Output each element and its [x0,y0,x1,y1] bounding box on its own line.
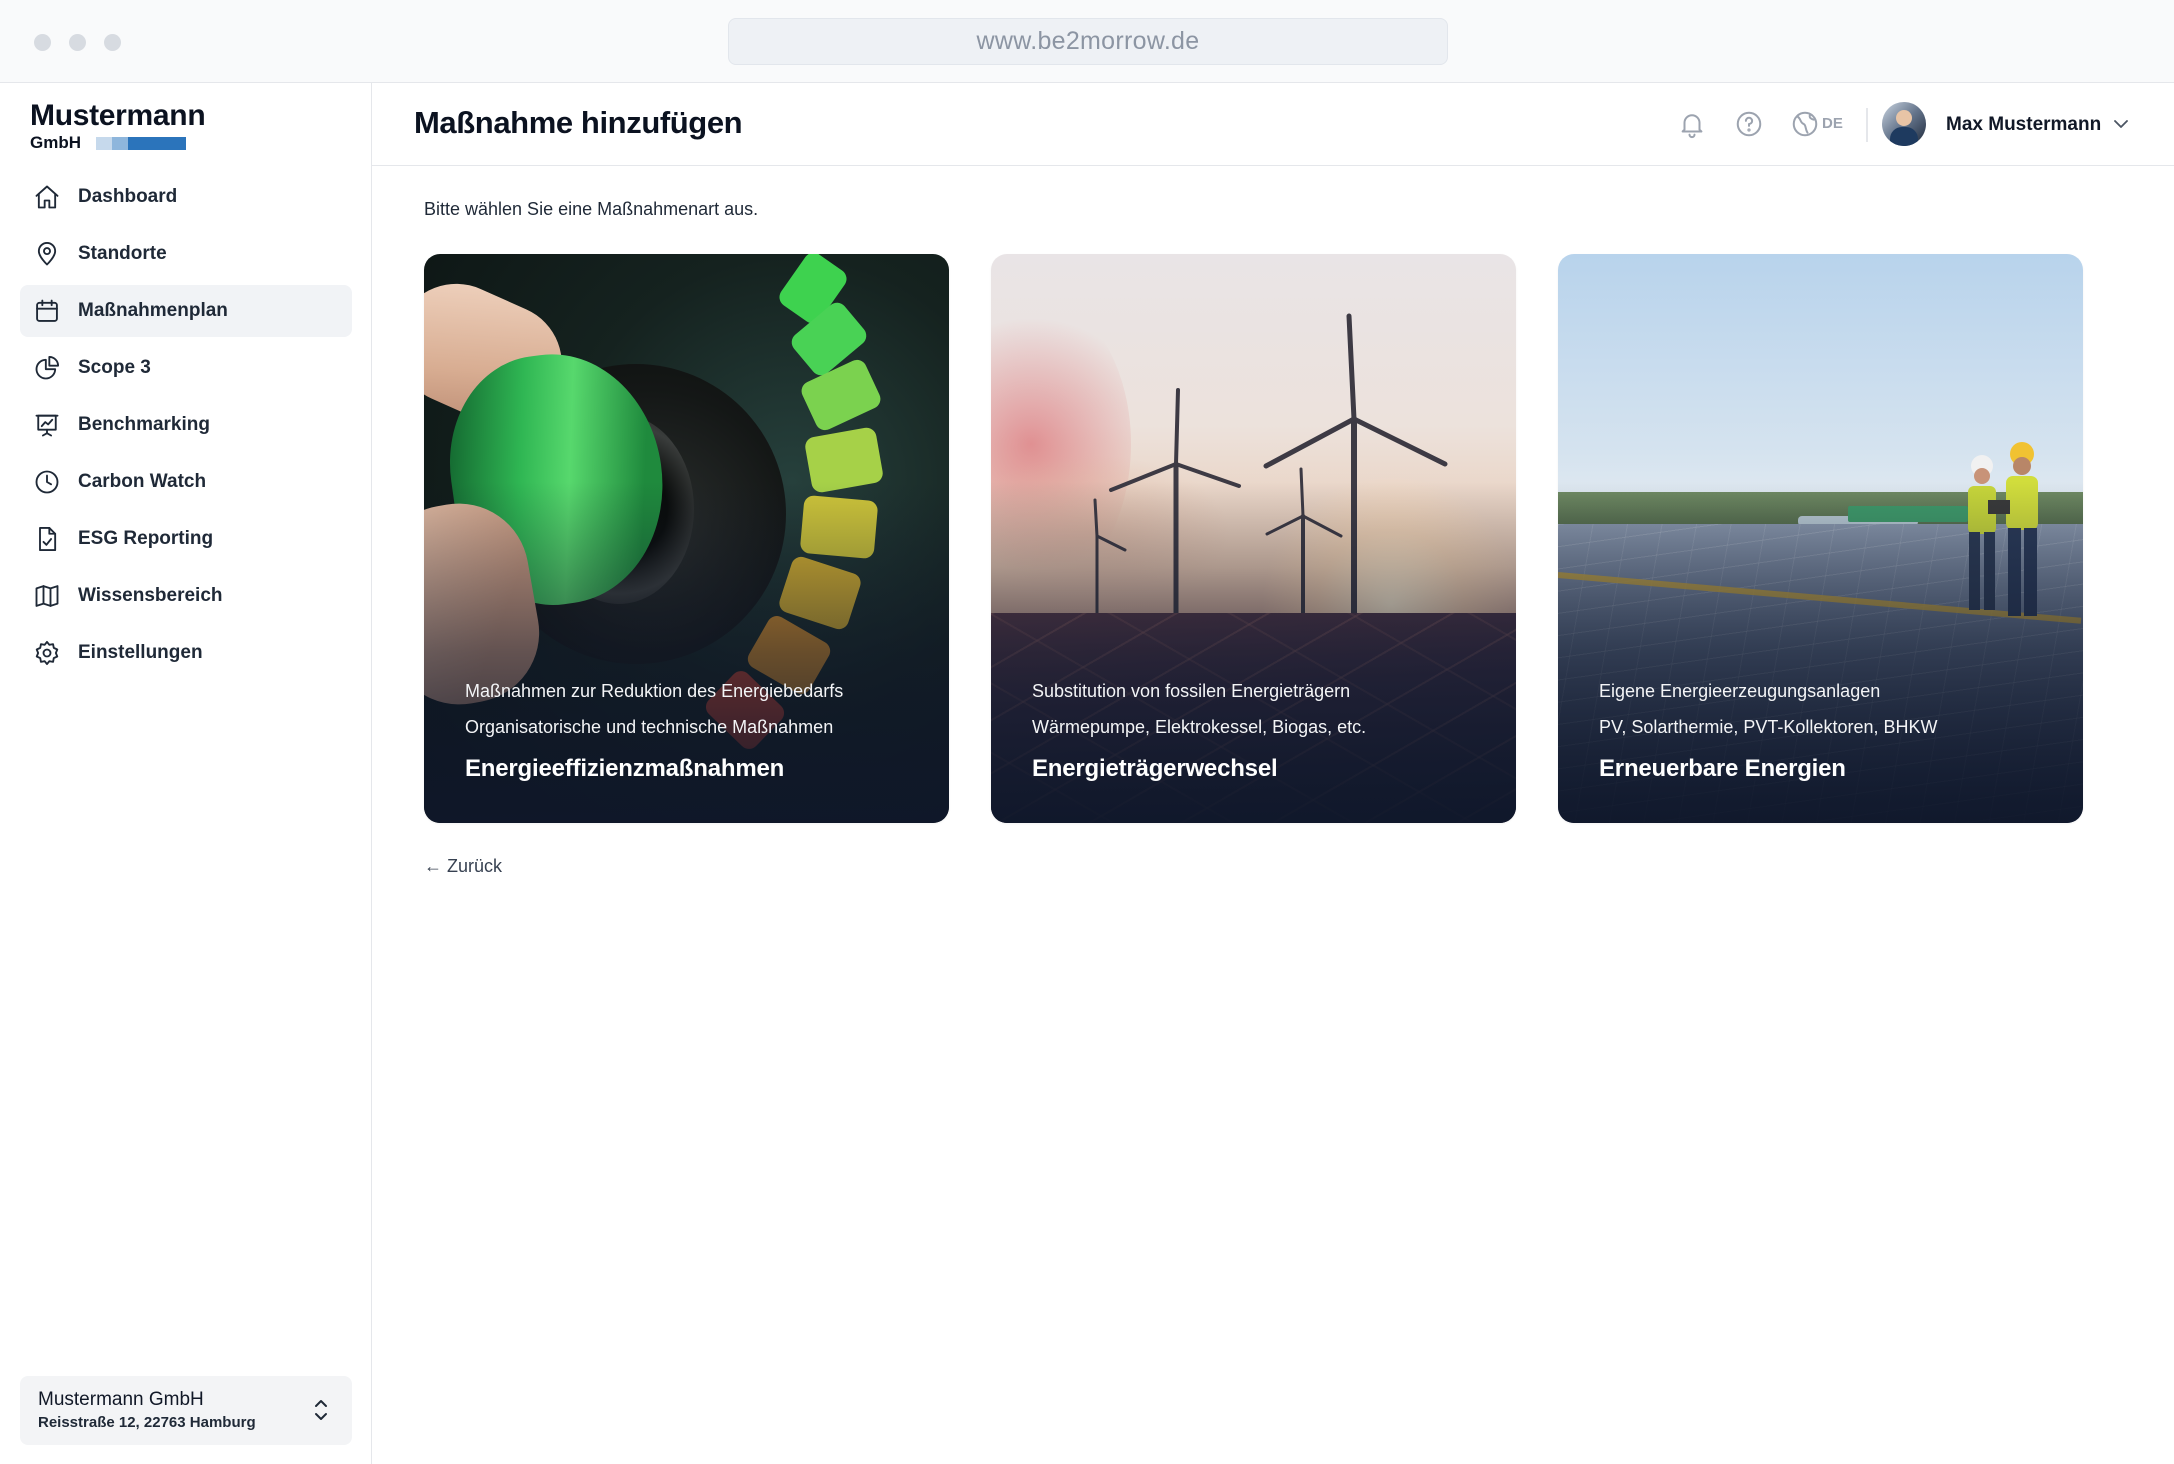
sidebar-item-carbon-watch[interactable]: Carbon Watch [20,456,352,508]
map-pin-icon [32,239,62,269]
sidebar-item-label: Standorte [78,243,167,264]
company-name: Mustermann GmbH [38,1389,204,1410]
instruction-text: Bitte wählen Sie eine Maßnahmenart aus. [424,199,759,219]
header-divider [1866,108,1868,142]
globe-icon[interactable] [1790,109,1820,139]
chevron-up-down-icon [312,1396,330,1424]
gear-icon [32,638,62,668]
logo-gmbh: GmbH [30,133,81,152]
card-title: Energieeffizienzmaßnahmen [465,755,785,782]
presentation-chart-icon [32,410,62,440]
logo-name: Mustermann [30,99,206,132]
sidebar: Mustermann GmbH Dashboard Standorte Maßn… [0,83,372,1464]
help-icon[interactable] [1734,109,1764,139]
pie-chart-icon [32,353,62,383]
window-controls [34,34,121,51]
card-erneuerbare-energien[interactable]: Eigene Energieerzeugungsanlagen PV, Sola… [1558,254,2083,823]
top-header: Maßnahme hinzufügen DE Max Mustermann [372,83,2174,166]
language-selector[interactable]: DE [1822,115,1843,132]
card-subdescription: Organisatorische und technische Maßnahme… [465,717,834,737]
sidebar-item-einstellungen[interactable]: Einstellungen [20,627,352,679]
sidebar-item-label: Maßnahmenplan [78,300,228,321]
sidebar-item-esg-reporting[interactable]: ESG Reporting [20,513,352,565]
company-address: Reisstraße 12, 22763 Hamburg [38,1414,256,1431]
document-check-icon [32,524,62,554]
book-map-icon [32,581,62,611]
card-description: Eigene Energieerzeugungsanlagen [1599,681,1881,701]
company-switcher[interactable]: Mustermann GmbH Reisstraße 12, 22763 Ham… [20,1376,352,1445]
sidebar-item-label: Carbon Watch [78,471,207,492]
user-menu-name[interactable]: Max Mustermann [1946,114,2101,136]
logo-sub: GmbH [30,133,205,153]
sidebar-item-standorte[interactable]: Standorte [20,228,352,280]
home-icon [32,182,62,212]
sidebar-item-label: Einstellungen [78,642,203,663]
chevron-down-icon[interactable] [2110,113,2132,135]
sidebar-item-label: ESG Reporting [78,528,214,549]
sidebar-item-label: Scope 3 [78,357,151,378]
window-minimize-dot[interactable] [69,34,86,51]
company-logo[interactable]: Mustermann GmbH [30,99,206,153]
back-link[interactable]: ← Zurück [424,856,502,877]
measure-type-cards: Maßnahmen zur Reduktion des Energiebedar… [424,254,2083,823]
sidebar-item-scope-3[interactable]: Scope 3 [20,342,352,394]
clock-icon [32,467,62,497]
window-maximize-dot[interactable] [104,34,121,51]
logo-color-bar [96,136,186,150]
card-title: Erneuerbare Energien [1599,755,1846,782]
calendar-icon [32,296,62,326]
sidebar-item-benchmarking[interactable]: Benchmarking [20,399,352,451]
card-energieeffizienz[interactable]: Maßnahmen zur Reduktion des Energiebedar… [424,254,949,823]
card-description: Substitution von fossilen Energieträgern [1032,681,1351,701]
sidebar-item-label: Dashboard [78,186,178,207]
window-close-dot[interactable] [34,34,51,51]
page-title: Maßnahme hinzufügen [414,105,743,140]
sidebar-item-label: Wissensbereich [78,585,223,606]
sidebar-item-dashboard[interactable]: Dashboard [20,171,352,223]
card-title: Energieträgerwechsel [1032,755,1278,782]
card-text: Substitution von fossilen Energieträgern… [1032,673,1486,783]
sidebar-nav: Dashboard Standorte Maßnahmenplan Scope … [20,171,352,684]
sidebar-item-massnahmenplan[interactable]: Maßnahmenplan [20,285,352,337]
card-subdescription: Wärmepumpe, Elektrokessel, Biogas, etc. [1032,717,1367,737]
card-description: Maßnahmen zur Reduktion des Energiebedar… [465,681,844,701]
card-text: Eigene Energieerzeugungsanlagen PV, Sola… [1599,673,2053,783]
address-bar-url: www.be2morrow.de [976,27,1200,55]
sidebar-item-wissensbereich[interactable]: Wissensbereich [20,570,352,622]
address-bar[interactable]: www.be2morrow.de [728,18,1448,65]
card-subdescription: PV, Solarthermie, PVT-Kollektoren, BHKW [1599,717,1938,737]
sidebar-item-label: Benchmarking [78,414,210,435]
card-energietraegerwechsel[interactable]: Substitution von fossilen Energieträgern… [991,254,1516,823]
avatar[interactable] [1882,102,1926,146]
card-text: Maßnahmen zur Reduktion des Energiebedar… [465,673,919,783]
bell-icon[interactable] [1677,109,1707,139]
browser-chrome: www.be2morrow.de [0,0,2174,83]
